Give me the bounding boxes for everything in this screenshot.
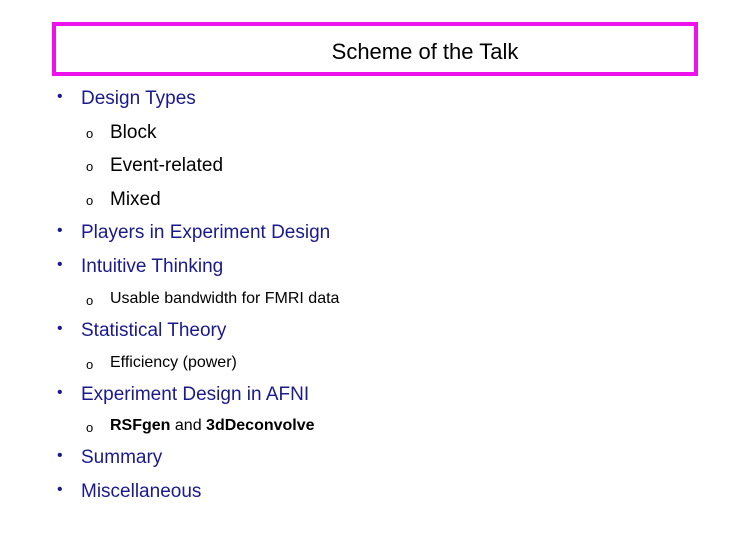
sub-bullet-icon: o	[86, 357, 94, 372]
bullet-label: Players in Experiment Design	[81, 222, 331, 243]
sub-item-label: Block	[110, 122, 157, 143]
bullet-icon: •	[57, 384, 63, 401]
sub-item-label: Mixed	[110, 189, 161, 210]
sub-item-label: Event-related	[110, 155, 224, 176]
bullet-icon: •	[57, 222, 63, 239]
program-name-rsfgen: RSFgen	[110, 417, 171, 434]
bullet-icon: •	[57, 256, 63, 273]
sub-bullet-icon: o	[86, 420, 94, 435]
bullet-label: Design Types	[81, 88, 196, 109]
bullet-icon: •	[57, 481, 63, 498]
bullet-icon: •	[57, 88, 63, 105]
program-name-3ddeconvolve: 3dDeconvolve	[206, 417, 315, 434]
sub-item-label: RSFgen and 3dDeconvolve	[110, 417, 315, 435]
sub-bullet-icon: o	[86, 159, 94, 174]
bullet-icon: •	[57, 447, 63, 464]
slide-title-box: Scheme of the Talk	[52, 22, 698, 76]
bullet-label: Miscellaneous	[81, 481, 202, 502]
bullet-label: Intuitive Thinking	[81, 256, 224, 277]
slide-title: Scheme of the Talk	[331, 39, 519, 64]
sub-bullet-icon: o	[86, 193, 94, 208]
bullet-label: Summary	[81, 447, 163, 468]
bullet-label: Statistical Theory	[81, 320, 227, 341]
bullet-label: Experiment Design in AFNI	[81, 384, 310, 405]
sub-bullet-icon: o	[86, 126, 94, 141]
sub-item-label: Usable bandwidth for FMRI data	[110, 290, 340, 307]
sub-bullet-icon: o	[86, 293, 94, 308]
sub-item-label: Efficiency (power)	[110, 354, 237, 371]
bullet-icon: •	[57, 320, 63, 337]
conjunction-text: and	[170, 417, 207, 434]
